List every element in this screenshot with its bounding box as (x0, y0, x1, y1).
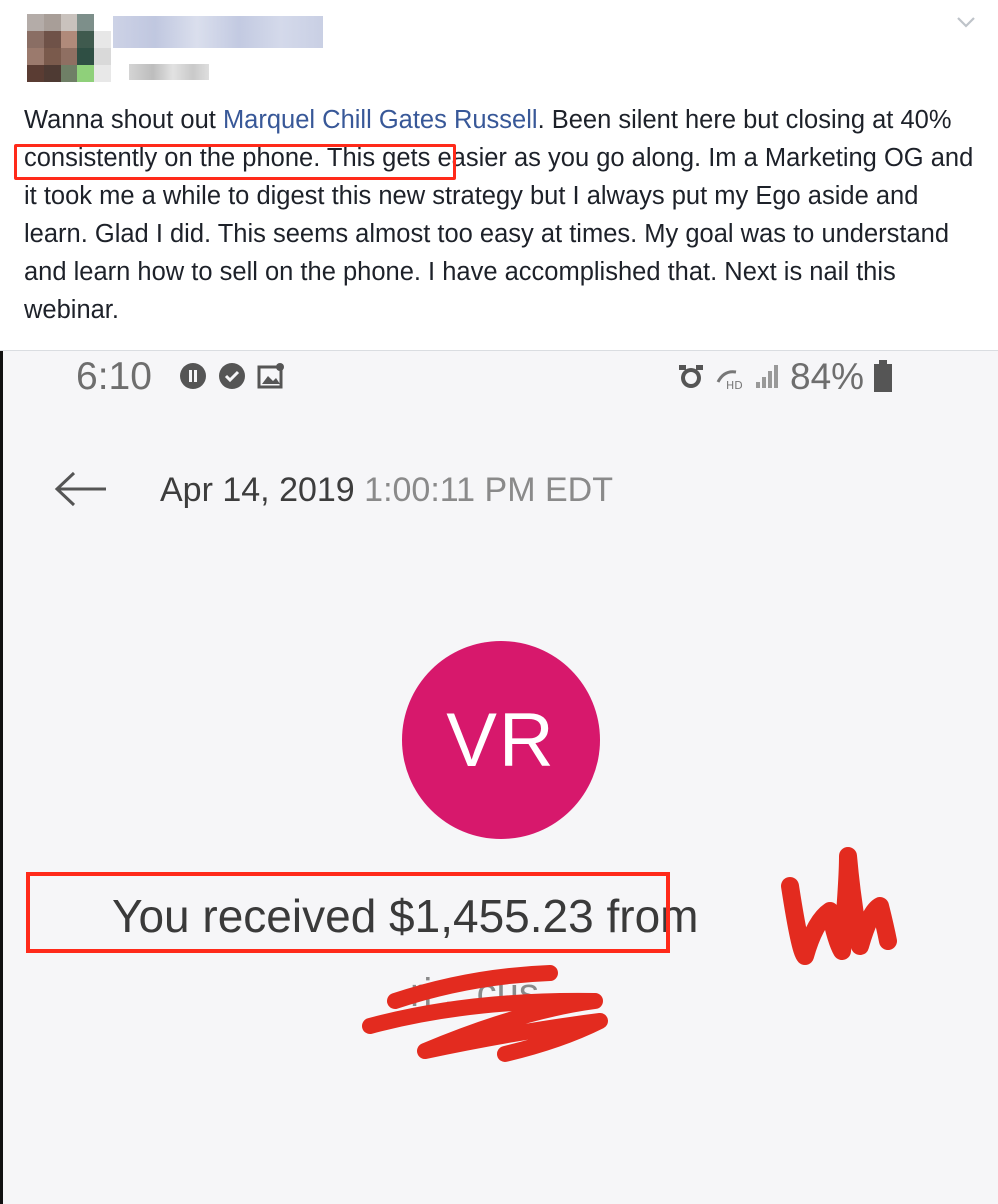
alarm-icon (679, 365, 703, 388)
back-arrow-icon[interactable] (52, 469, 108, 509)
battery-percentage: 84% (790, 356, 865, 397)
image-icon (257, 363, 284, 389)
amount-highlight-box (26, 872, 670, 953)
chevron-down-icon[interactable] (954, 10, 978, 34)
transaction-datetime: Apr 14, 2019 1:00:11 PM EDT (160, 471, 613, 510)
status-right: HD 84% (676, 355, 894, 399)
post-header (0, 0, 998, 95)
post-body-text: Wanna shout out Marquel Chill Gates Russ… (24, 101, 974, 329)
wifi-call-icon: HD (716, 370, 743, 392)
signal-icon (756, 365, 778, 388)
attached-screenshot[interactable]: 6:10 HD 84% Apr 14, 2019 1:00:11 PM EDT … (0, 351, 998, 1204)
mention-link[interactable]: Marquel Chill Gates Russell (223, 106, 538, 134)
sender-initials: VR (446, 697, 556, 783)
screenshot-border (0, 351, 3, 1204)
avatar[interactable] (27, 14, 111, 82)
battery-icon (874, 360, 893, 392)
pause-circle-icon (180, 363, 206, 389)
post-meta-blurred (129, 64, 209, 80)
transaction-time: 1:00:11 PM EDT (364, 471, 613, 509)
author-name-blurred[interactable] (113, 16, 323, 48)
check-circle-icon (219, 363, 245, 389)
sender-avatar: VR (402, 641, 600, 839)
highlight-box (14, 144, 456, 180)
status-icons (178, 361, 286, 391)
svg-text:HD: HD (726, 379, 743, 392)
post-text-start: Wanna shout out (24, 106, 223, 134)
sender-name-fragment: ri ...cus (410, 971, 539, 1015)
transaction-date: Apr 14, 2019 (160, 471, 355, 509)
status-time: 6:10 (76, 355, 152, 398)
post-text-mid: . Been silent here but closing (537, 106, 873, 134)
